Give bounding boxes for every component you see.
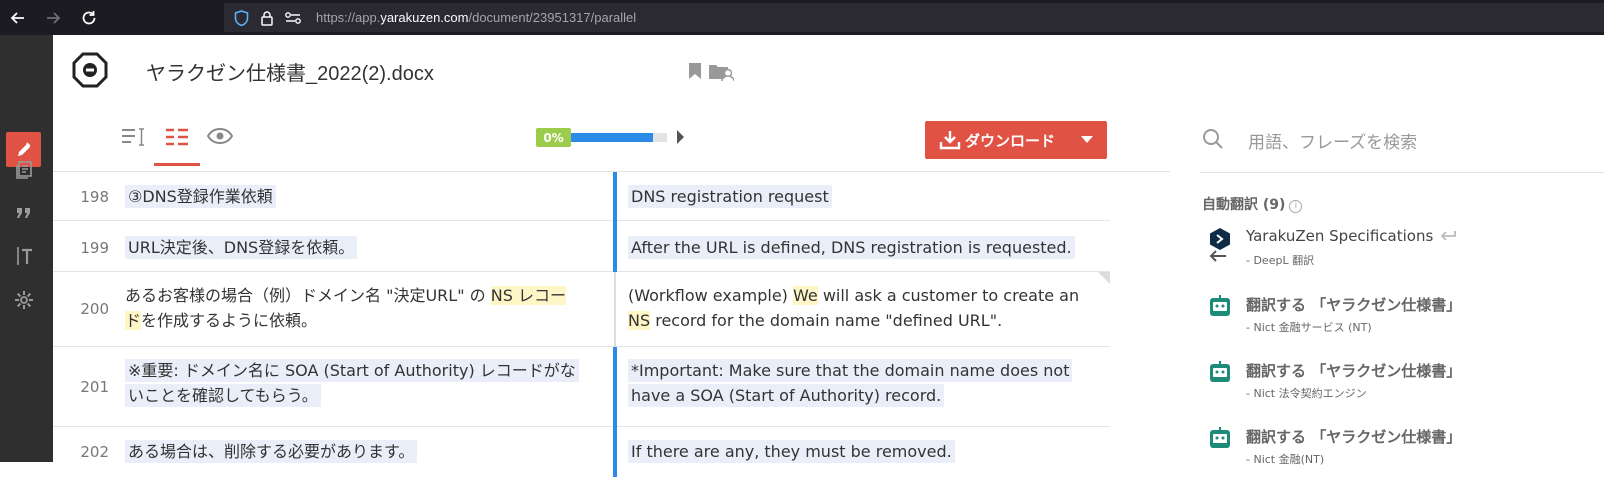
segment-number: 201	[80, 378, 109, 396]
progress-fill	[571, 133, 653, 142]
app-logo[interactable]	[72, 52, 108, 92]
panel-divider	[1200, 172, 1604, 173]
segment-status-bar	[613, 221, 617, 272]
source-text[interactable]: ③DNS登録作業依頼	[125, 184, 625, 209]
segment-status-bar	[613, 172, 617, 221]
insert-arrow-icon[interactable]	[1208, 249, 1228, 263]
segment-number: 199	[80, 239, 109, 257]
settings-icon[interactable]	[12, 288, 36, 312]
info-icon[interactable]: i	[1289, 200, 1303, 213]
segment-number: 198	[80, 188, 109, 206]
return-icon[interactable]	[1438, 229, 1458, 243]
segment-row[interactable]: 199 URL決定後、DNS登録を依頼。 After the URL is de…	[53, 221, 1110, 272]
document-title: ヤラクゼン仕様書_2022(2).docx	[146, 63, 434, 85]
forward-icon[interactable]	[40, 5, 66, 31]
robot-icon	[1210, 295, 1230, 316]
search-icon[interactable]	[1202, 128, 1224, 150]
shield-icon[interactable]	[234, 10, 249, 26]
mt-suggestion-text: 翻訳する 「ヤラクゼン仕様書」	[1246, 428, 1462, 446]
mt-engine-label: - Nict 金融(NT)	[1246, 453, 1325, 466]
robot-icon	[1210, 427, 1230, 448]
segment-row[interactable]: 202 ある場合は、削除する必要があります。 If there are any,…	[53, 427, 1110, 477]
segment-status-bar	[614, 272, 616, 347]
text-view-icon[interactable]	[121, 127, 147, 147]
segment-status-bar	[613, 427, 617, 477]
mt-engine-label: - DeepL 翻訳	[1246, 254, 1315, 267]
left-sidebar	[0, 35, 53, 462]
source-text[interactable]: URL決定後、DNS登録を依頼。	[125, 235, 625, 260]
lock-icon[interactable]	[260, 10, 274, 26]
active-tab-indicator	[154, 163, 200, 166]
folder-user-icon[interactable]	[708, 62, 734, 82]
search-input[interactable]: 用語、フレーズを検索	[1248, 128, 1417, 153]
mt-suggestion-text: 翻訳する 「ヤラクゼン仕様書」	[1246, 296, 1462, 314]
target-text[interactable]: After the URL is defined, DNS registrati…	[628, 235, 1098, 260]
download-dropdown-icon[interactable]	[1081, 136, 1093, 143]
browser-toolbar: https://app.yarakuzen.com/document/23951…	[0, 0, 1604, 35]
download-button[interactable]: ダウンロード	[925, 121, 1107, 159]
glossary-icon[interactable]	[12, 244, 36, 268]
target-text[interactable]: *Important: Make sure that the domain na…	[628, 358, 1083, 408]
mt-suggestion-text: 翻訳する 「ヤラクゼン仕様書」	[1246, 362, 1462, 380]
parallel-view-icon[interactable]	[165, 127, 189, 147]
reload-icon[interactable]	[76, 5, 102, 31]
mt-engine-label: - Nict 法令契約エンジン	[1246, 387, 1367, 400]
quote-icon[interactable]	[12, 201, 36, 225]
segment-status-bar	[613, 347, 617, 427]
mt-suggestion-text: YarakuZen Specifications	[1246, 227, 1458, 245]
bookmark-icon[interactable]	[688, 62, 702, 80]
progress-percent-badge: 0%	[536, 128, 571, 147]
segment-row[interactable]: 200 あるお客様の場合（例）ドメイン名 "決定URL" の NS レコー ドを作…	[53, 272, 1110, 347]
documents-icon[interactable]	[12, 158, 36, 182]
address-bar[interactable]: https://app.yarakuzen.com/document/23951…	[224, 3, 1604, 32]
source-text[interactable]: あるお客様の場合（例）ドメイン名 "決定URL" の NS レコー ドを作成するよ…	[125, 283, 585, 333]
preview-eye-icon[interactable]	[207, 127, 233, 145]
segment-row[interactable]: 198 ③DNS登録作業依頼 DNS registration request	[53, 172, 1110, 221]
target-text[interactable]: DNS registration request	[628, 184, 1098, 209]
machine-translation-heading: 自動翻訳 (9) i	[1202, 194, 1303, 214]
pen-icon	[17, 142, 30, 156]
deepl-icon	[1210, 228, 1230, 250]
robot-icon	[1210, 361, 1230, 382]
url-text[interactable]: https://app.yarakuzen.com/document/23951…	[316, 10, 636, 25]
segment-row[interactable]: 201 ※重要: ドメイン名に SOA (Start of Authority)…	[53, 347, 1110, 427]
segment-corner-marker	[1098, 272, 1110, 284]
target-text[interactable]: (Workflow example) We will ask a custome…	[628, 283, 1098, 333]
permissions-icon[interactable]	[284, 10, 302, 26]
source-text[interactable]: ※重要: ドメイン名に SOA (Start of Authority) レコー…	[125, 358, 580, 408]
download-icon	[939, 131, 961, 150]
segment-number: 200	[80, 300, 109, 318]
back-icon[interactable]	[5, 5, 31, 31]
download-label: ダウンロード	[965, 133, 1056, 150]
next-segment-icon[interactable]	[677, 130, 684, 144]
segment-number: 202	[80, 443, 109, 461]
target-text[interactable]: If there are any, they must be removed.	[628, 439, 1098, 464]
source-text[interactable]: ある場合は、削除する必要があります。	[125, 439, 625, 464]
mt-engine-label: - Nict 金融サービス (NT)	[1246, 321, 1372, 334]
